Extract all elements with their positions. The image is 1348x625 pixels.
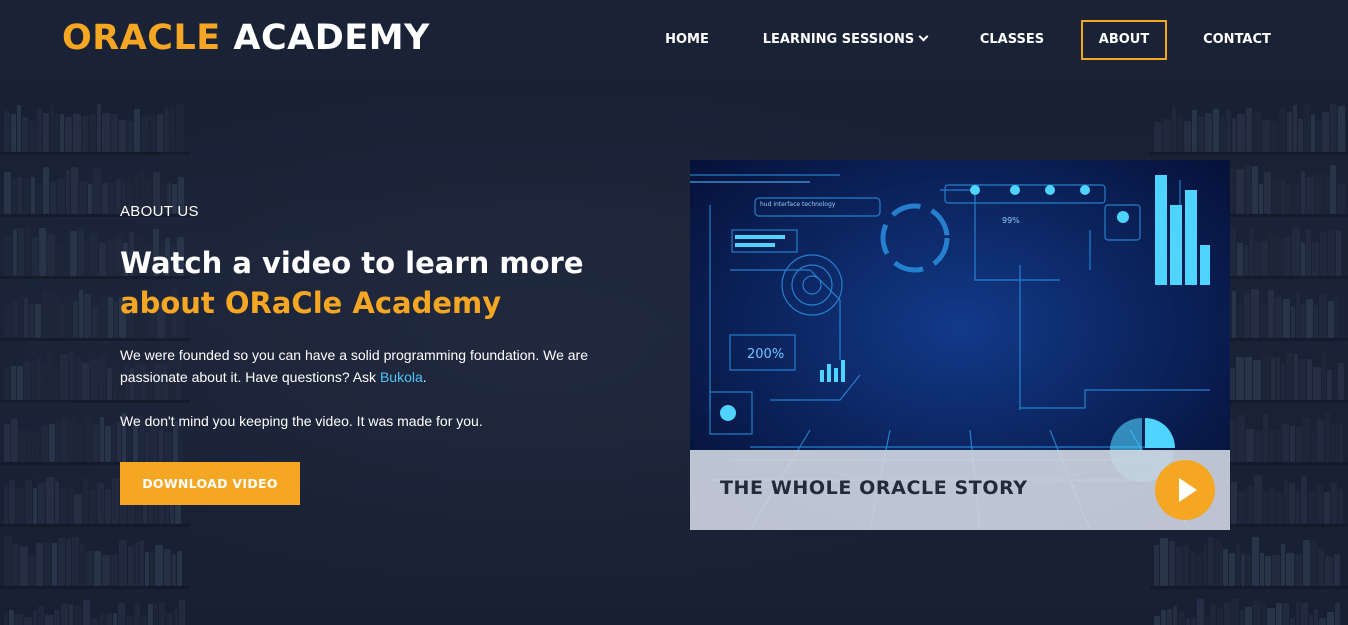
nav-classes-label: CLASSES	[979, 32, 1045, 47]
nav-contact[interactable]: CONTACT	[1190, 20, 1284, 60]
nav-contact-label: CONTACT	[1203, 32, 1271, 47]
play-icon	[1179, 478, 1197, 502]
bukola-link[interactable]: Bukola	[380, 369, 423, 385]
intro-text-end: .	[422, 369, 427, 385]
intro-text: We were founded so you can have a solid …	[120, 347, 588, 385]
intro-paragraph: We were founded so you can have a solid …	[120, 344, 640, 388]
headline-line1: Watch a video to learn more	[120, 246, 584, 280]
nav-learning-sessions-label: LEARNING SESSIONS	[762, 32, 915, 47]
nav-learning-sessions[interactable]: LEARNING SESSIONS	[750, 20, 940, 60]
main-nav: HOME LEARNING SESSIONS CLASSES ABOUT CON…	[0, 20, 1348, 60]
hud-percent-small: 99%	[1002, 216, 1020, 225]
nav-home-label: HOME	[665, 32, 709, 47]
nav-home[interactable]: HOME	[650, 20, 724, 60]
nav-about-label: ABOUT	[1098, 32, 1150, 47]
site-header: ORACLE ACADEMY HOME LEARNING SESSIONS CL…	[0, 0, 1348, 80]
section-eyebrow: ABOUT US	[120, 203, 199, 220]
video-caption: THE WHOLE ORACLE STORY	[720, 477, 1028, 499]
nav-about[interactable]: ABOUT	[1081, 20, 1167, 60]
video-card[interactable]: hud interface technology 99% 200% THE WH…	[690, 160, 1230, 530]
chevron-down-icon	[918, 31, 929, 42]
secondary-paragraph: We don't mind you keeping the video. It …	[120, 413, 483, 429]
nav-classes[interactable]: CLASSES	[966, 20, 1058, 60]
play-button[interactable]	[1155, 460, 1215, 520]
headline-line2: about ORaCle Academy	[120, 286, 502, 320]
video-caption-bar: THE WHOLE ORACLE STORY	[690, 450, 1230, 530]
hud-percent-big: 200%	[747, 347, 784, 362]
hero-headline: Watch a video to learn more about ORaCle…	[120, 243, 680, 323]
download-video-button[interactable]: DOWNLOAD VIDEO	[120, 462, 300, 505]
hud-label-1: hud interface technology	[760, 201, 836, 208]
